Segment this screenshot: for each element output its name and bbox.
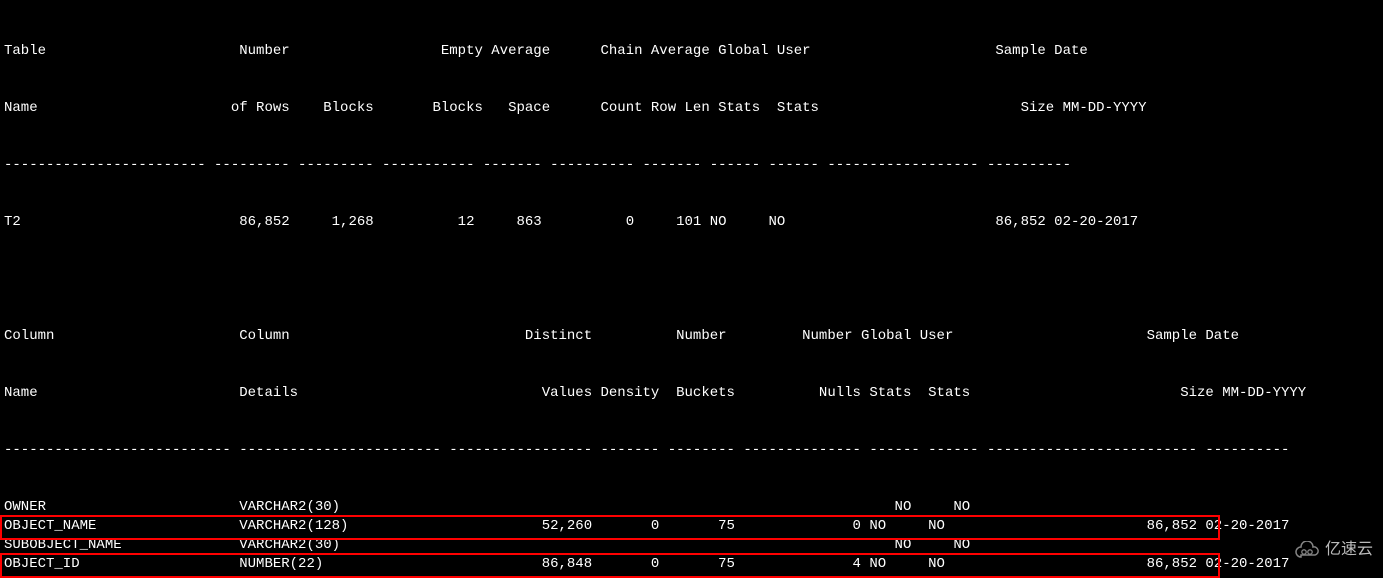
table-divider: ------------------------ --------- -----… <box>4 156 1383 175</box>
blank-line <box>4 270 1383 289</box>
column-data-row: OBJECT_NAME VARCHAR2(128) 52,260 0 75 0 … <box>4 517 1383 536</box>
terminal-output: Table Number Empty Average Chain Average… <box>0 0 1383 578</box>
table-header-line1: Table Number Empty Average Chain Average… <box>4 42 1383 61</box>
watermark-text: 亿速云 <box>1325 540 1373 559</box>
column-header-line2: Name Details Values Density Buckets Null… <box>4 384 1383 403</box>
table-data-row: T2 86,852 1,268 12 863 0 101 NO NO 86,85… <box>4 213 1383 232</box>
watermark: 亿速云 <box>1293 540 1373 559</box>
table-header-line2: Name of Rows Blocks Blocks Space Count R… <box>4 99 1383 118</box>
cloud-icon <box>1293 541 1321 559</box>
column-data-row: OWNER VARCHAR2(30) NO NO <box>4 498 1383 517</box>
column-divider: --------------------------- ------------… <box>4 441 1383 460</box>
column-header-line1: Column Column Distinct Number Number Glo… <box>4 327 1383 346</box>
column-data-row: DATA_OBJECT_ID NUMBER(22) NO NO <box>4 574 1383 578</box>
column-data-row: SUBOBJECT_NAME VARCHAR2(30) NO NO <box>4 536 1383 555</box>
